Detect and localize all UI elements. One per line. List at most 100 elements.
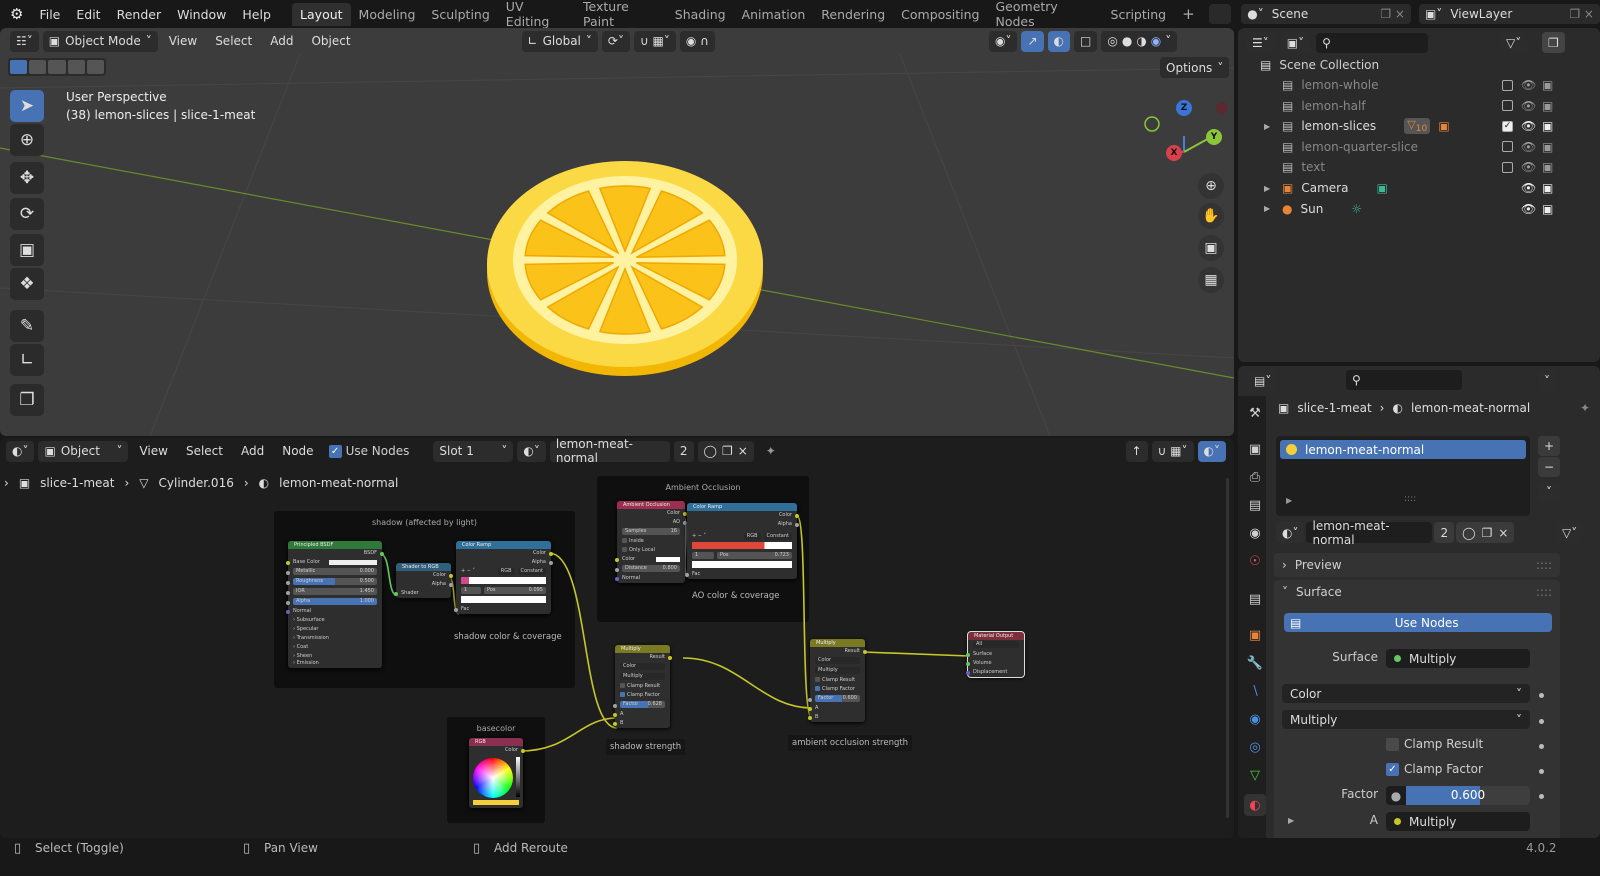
render-camera-icon[interactable]: ▣	[1542, 99, 1553, 113]
material-actions[interactable]: ◯ ❐ ×	[1456, 522, 1515, 543]
clamp-result-checkbox[interactable]: Clamp Result	[615, 682, 670, 691]
select-extend-icon[interactable]	[29, 60, 47, 74]
fake-user-icon[interactable]: ◯	[1462, 526, 1475, 540]
outliner-filter-view[interactable]: ▣˅	[1280, 32, 1311, 53]
data-tab-icon[interactable]: ▽	[1244, 764, 1266, 786]
cursor-tool-icon[interactable]: ⊕	[10, 124, 44, 156]
particles-tab-icon[interactable]: ∖	[1244, 680, 1266, 702]
editor-type-button[interactable]: ☷˅	[10, 30, 39, 52]
exclude-checkbox[interactable]	[1502, 161, 1513, 173]
clamp-factor-checkbox[interactable]: ✓ Clamp Factor	[1386, 762, 1483, 776]
remove-slot-button[interactable]: −	[1538, 457, 1560, 477]
ramp-index[interactable]: 1	[461, 587, 481, 594]
factor-slider[interactable]: Factor 0.628	[620, 701, 665, 708]
node-material-output[interactable]: Material Output All Surface Volume Displ…	[966, 631, 1025, 678]
panel-transmission[interactable]: › Transmission	[288, 634, 382, 643]
node-multiply-shadow[interactable]: Multiply Result Color Multiply Clamp Res…	[613, 645, 672, 728]
exclude-checkbox[interactable]	[1502, 141, 1513, 153]
properties-editor-type[interactable]: ▤˅	[1248, 370, 1278, 391]
physics-tab-icon[interactable]: ◉	[1244, 708, 1266, 730]
measure-tool-icon[interactable]: ∟	[10, 344, 44, 376]
output-tab-icon[interactable]: ⎙	[1244, 466, 1266, 488]
unlink-icon[interactable]: ×	[1498, 526, 1508, 540]
keyframe-dot[interactable]	[1539, 719, 1544, 724]
expand-a-icon[interactable]: ▶	[1288, 816, 1294, 825]
gizmo-x[interactable]: X	[1166, 145, 1182, 161]
ramp-index[interactable]: 1	[692, 552, 714, 559]
material-link-dropdown[interactable]: ▽˅	[1556, 522, 1584, 543]
shader-node-editor[interactable]: ◐˅ ▣ Object ˅ View Select Add Node ✓ Use No…	[0, 438, 1234, 838]
transform-orientation-dropdown[interactable]: ∟ Global ˅	[521, 30, 598, 52]
scene-selector[interactable]: ●˅ Scene ❐ ×	[1241, 4, 1411, 24]
panel-coat[interactable]: › Coat	[288, 643, 382, 652]
outliner-item[interactable]: ▤ lemon-whole 👁 ▣	[1238, 75, 1600, 95]
color-wheel[interactable]	[473, 758, 513, 798]
add-slot-button[interactable]: +	[1538, 436, 1560, 456]
new-collection-button[interactable]: ❐	[1542, 32, 1565, 53]
gizmo-z[interactable]: Z	[1176, 100, 1192, 116]
outliner-item[interactable]: ▶ ● Sun ☼ 👁 ▣	[1238, 199, 1600, 219]
collection-tab-icon[interactable]: ▤	[1244, 588, 1266, 610]
material-tab-icon[interactable]: ◐	[1244, 794, 1266, 816]
material-browse-button[interactable]: ◐˅	[1276, 522, 1305, 543]
blend-mode-dropdown[interactable]: Multiply	[815, 667, 860, 674]
value-slider[interactable]	[516, 757, 520, 797]
clamp-result-checkbox[interactable]: Clamp Result	[1386, 737, 1483, 751]
new-view-layer-icon[interactable]: ❐ ×	[1569, 7, 1594, 21]
ramp-mode-dropdown[interactable]: RGB	[497, 568, 515, 575]
panel-specular[interactable]: › Specular	[288, 625, 382, 634]
outliner-item[interactable]: ▤ text 👁 ▣	[1238, 157, 1600, 177]
viewport-menu-object[interactable]: Object	[304, 34, 357, 48]
workspace-tab-modeling[interactable]: Modeling	[351, 3, 424, 26]
node-ambient-occlusion[interactable]: Ambient Occlusion Color AO Samples 16 Ins…	[615, 501, 687, 583]
wireframe-icon[interactable]: ◎	[1107, 34, 1117, 48]
keyframe-dot[interactable]	[1539, 744, 1544, 749]
workspace-tab-rendering[interactable]: Rendering	[813, 3, 893, 26]
eye-icon[interactable]: 👁	[1521, 160, 1536, 174]
3d-viewport[interactable]: Z Y X ☷˅ ▣ Object Mode ˅ View Select Add O…	[0, 28, 1234, 436]
view-layer-tab-icon[interactable]: ▤	[1244, 494, 1266, 516]
panel-subsurface[interactable]: › Subsurface	[288, 616, 382, 625]
node-color-ramp-ao[interactable]: Color Ramp Color Alpha + − ˅ RGB Constant …	[685, 503, 799, 579]
viewport-menu-add[interactable]: Add	[263, 34, 300, 48]
menu-edit[interactable]: Edit	[68, 7, 108, 22]
proportional-edit-toggle[interactable]: ◉ ∩	[679, 30, 715, 52]
keyframe-dot[interactable]	[1539, 794, 1544, 799]
outliner-item[interactable]: ▶ ▣ Camera ▣ 👁 ▣	[1238, 178, 1600, 198]
clamp-factor-checkbox[interactable]: Clamp Factor	[810, 685, 865, 694]
surface-shader-field[interactable]: Multiply	[1386, 649, 1530, 668]
duplicate-icon[interactable]: ❐	[1482, 526, 1493, 540]
node-editor-scrollbar[interactable]	[1226, 478, 1229, 818]
workspace-tab-shading[interactable]: Shading	[667, 3, 734, 26]
node-principled-bsdf[interactable]: Principled BSDF BSDF Base Color Metallic…	[286, 541, 384, 668]
properties-search[interactable]: ⚲	[1346, 370, 1462, 390]
render-camera-icon[interactable]: ▣	[1542, 78, 1553, 92]
select-mode-buttons[interactable]	[8, 58, 106, 76]
select-box-tool-icon[interactable]: ➤	[10, 90, 44, 122]
shading-modes[interactable]: ◎ ● ◑ ◉ ˅	[1101, 30, 1178, 52]
render-camera-icon[interactable]: ▣	[1542, 202, 1553, 216]
material-preview-icon[interactable]: ◑	[1136, 34, 1146, 48]
tool-tab-icon[interactable]: ⚒	[1244, 402, 1266, 424]
output-target-dropdown[interactable]: All	[973, 641, 1019, 648]
blend-mode-dropdown[interactable]: Multiply	[620, 673, 665, 680]
material-users[interactable]: 2	[1434, 522, 1455, 543]
outliner-item[interactable]: ▤ lemon-half 👁 ▣	[1238, 96, 1600, 116]
gizmo-y[interactable]: Y	[1206, 129, 1222, 145]
outliner-search[interactable]: ⚲	[1316, 32, 1429, 53]
view-layer-selector[interactable]: ▣˅ ViewLayer ❐ ×	[1418, 4, 1600, 24]
slot-specials-button[interactable]: ˅	[1538, 482, 1560, 502]
ao-distance-field[interactable]: Distance 0.800	[622, 565, 680, 572]
ao-samples-field[interactable]: Samples 16	[622, 528, 680, 535]
eye-icon[interactable]: 👁	[1521, 181, 1536, 195]
keyframe-dot[interactable]	[1539, 769, 1544, 774]
rendered-icon[interactable]: ◉	[1151, 34, 1161, 48]
menu-render[interactable]: Render	[109, 7, 170, 22]
mix-type-dropdown[interactable]: Color	[620, 663, 665, 670]
menu-file[interactable]: File	[31, 7, 68, 22]
node-rgb[interactable]: RGB Color	[469, 738, 525, 808]
add-workspace-button[interactable]: +	[1174, 1, 1203, 27]
resize-handle[interactable]: ::::	[1404, 494, 1416, 504]
outliner-item[interactable]: ▤ lemon-quarter-slice 👁 ▣	[1238, 137, 1600, 157]
expand-arrow-icon[interactable]: ▶	[1264, 204, 1270, 213]
